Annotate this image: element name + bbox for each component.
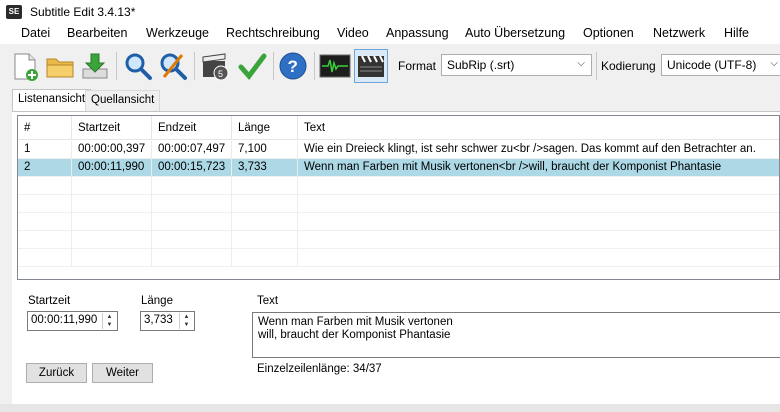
menu-anpassung[interactable]: Anpassung <box>386 26 449 40</box>
row-end: 00:00:15,723 <box>152 159 232 177</box>
header-number[interactable]: # <box>18 116 72 140</box>
line-length-info: Einzelzeilenlänge: 34/37 <box>257 363 382 375</box>
toolbar-separator <box>194 52 195 80</box>
visual-sync-button[interactable]: 5 <box>198 49 232 83</box>
duration-value: 3,733 <box>144 314 173 326</box>
row-text: Wie ein Dreieck klingt, ist sehr schwer … <box>304 143 756 155</box>
row-duration: 3,733 <box>232 159 298 177</box>
download-save-icon <box>82 53 108 79</box>
waveform-icon <box>319 54 351 78</box>
format-label: Format <box>398 59 437 73</box>
new-file-button[interactable] <box>8 49 42 83</box>
magnifier-icon <box>125 53 152 80</box>
next-button[interactable]: Weiter <box>92 363 153 383</box>
view-tabs: Listenansicht Quellansicht <box>0 89 780 112</box>
replace-icon <box>160 53 187 80</box>
status-bar <box>0 404 780 412</box>
start-time-value: 00:00:11,990 <box>31 314 98 326</box>
menu-auto-uebersetzung[interactable]: Auto Übersetzung <box>465 26 565 40</box>
text-line-1: Wenn man Farben mit Musik vertonen <box>258 316 453 328</box>
table-row-selected[interactable]: 2 00:00:11,990 00:00:15,723 3,733 Wenn m… <box>18 159 779 177</box>
menu-bearbeiten[interactable]: Bearbeiten <box>67 26 127 40</box>
empty-row <box>18 231 779 249</box>
duration-input[interactable]: 3,733 ▲ ▼ <box>140 311 195 331</box>
header-start[interactable]: Startzeit <box>72 116 152 140</box>
header-text[interactable]: Text <box>298 116 779 140</box>
clapper-clock-icon: 5 <box>202 53 229 81</box>
encoding-value: Unicode (UTF-8) <box>667 58 757 72</box>
menu-video[interactable]: Video <box>337 26 369 40</box>
menu-hilfe[interactable]: Hilfe <box>724 26 749 40</box>
help-button[interactable]: ? <box>276 49 310 83</box>
menu-datei[interactable]: Datei <box>21 26 50 40</box>
list-header: # Startzeit Endzeit Länge Text <box>18 116 779 140</box>
spin-down-icon[interactable]: ▼ <box>103 321 116 329</box>
header-duration[interactable]: Länge <box>232 116 298 140</box>
tab-source-view[interactable]: Quellansicht <box>85 90 161 111</box>
text-label: Text <box>257 295 279 307</box>
toolbar-separator <box>116 52 117 80</box>
folder-icon <box>46 58 74 78</box>
spin-up-icon[interactable]: ▲ <box>180 313 193 321</box>
empty-row <box>18 195 779 213</box>
text-line-2: will, braucht der Komponist Phantasie <box>258 329 451 341</box>
spin-buttons[interactable]: ▲ ▼ <box>102 313 116 329</box>
empty-row <box>18 177 779 195</box>
help-icon: ? <box>279 52 307 80</box>
row-start: 00:00:00,397 <box>72 141 152 159</box>
svg-text:5: 5 <box>218 69 223 79</box>
title-bar: SE Subtitle Edit 3.4.13* <box>0 0 780 24</box>
toolbar-separator <box>314 52 315 80</box>
video-button[interactable] <box>354 49 388 83</box>
menu-rechtschreibung[interactable]: Rechtschreibung <box>226 26 320 40</box>
menu-netzwerk[interactable]: Netzwerk <box>653 26 705 40</box>
empty-row <box>18 213 779 231</box>
chevron-down-icon: ⌵ <box>577 58 585 69</box>
row-end: 00:00:07,497 <box>152 141 232 159</box>
open-folder-button[interactable] <box>43 49 77 83</box>
svg-text:?: ? <box>288 57 298 76</box>
spin-up-icon[interactable]: ▲ <box>103 313 116 321</box>
spin-buttons[interactable]: ▲ ▼ <box>179 313 193 329</box>
row-start: 00:00:11,990 <box>72 159 152 177</box>
start-time-label: Startzeit <box>28 295 71 307</box>
tab-list-view[interactable]: Listenansicht <box>12 89 92 112</box>
encoding-select[interactable]: Unicode (UTF-8) ⌵ <box>661 54 780 76</box>
app-icon: SE <box>6 5 22 19</box>
duration-label: Länge <box>141 295 173 307</box>
clapperboard-icon <box>358 55 384 77</box>
waveform-button[interactable] <box>318 49 352 83</box>
format-value: SubRip (.srt) <box>447 58 515 72</box>
spell-check-button[interactable] <box>235 49 269 83</box>
row-number: 2 <box>18 159 72 177</box>
encoding-label: Kodierung <box>601 59 656 73</box>
toolbar-separator <box>273 52 274 80</box>
menu-bar: Datei Bearbeiten Werkzeuge Rechtschreibu… <box>0 24 780 44</box>
menu-optionen[interactable]: Optionen <box>583 26 634 40</box>
spin-down-icon[interactable]: ▼ <box>180 321 193 329</box>
row-text: Wenn man Farben mit Musik vertonen<br />… <box>304 161 722 173</box>
subtitle-text-input[interactable]: Wenn man Farben mit Musik vertonen will,… <box>252 312 780 358</box>
header-end[interactable]: Endzeit <box>152 116 232 140</box>
edit-panel: Startzeit 00:00:11,990 ▲ ▼ Länge 3,733 ▲… <box>17 288 780 406</box>
window-title: Subtitle Edit 3.4.13* <box>30 5 136 19</box>
chevron-down-icon: ⌵ <box>770 58 778 69</box>
toolbar: 5 ? Format SubRip (.srt) ⌵ Kodierung Uni… <box>0 44 780 88</box>
save-button[interactable] <box>78 49 112 83</box>
back-button[interactable]: Zurück <box>26 363 87 383</box>
new-file-icon <box>14 53 38 81</box>
table-row[interactable]: 1 00:00:00,397 00:00:07,497 7,100 Wie ei… <box>18 141 779 159</box>
subtitle-list[interactable]: # Startzeit Endzeit Länge Text 1 00:00:0… <box>17 115 780 280</box>
find-button[interactable] <box>121 49 155 83</box>
toolbar-separator <box>596 52 597 80</box>
format-select[interactable]: SubRip (.srt) ⌵ <box>441 54 592 76</box>
replace-button[interactable] <box>156 49 190 83</box>
menu-werkzeuge[interactable]: Werkzeuge <box>146 26 209 40</box>
checkmark-icon <box>238 53 267 80</box>
empty-row <box>18 249 779 267</box>
row-duration: 7,100 <box>232 141 298 159</box>
start-time-input[interactable]: 00:00:11,990 ▲ ▼ <box>27 311 118 331</box>
row-number: 1 <box>18 141 72 159</box>
